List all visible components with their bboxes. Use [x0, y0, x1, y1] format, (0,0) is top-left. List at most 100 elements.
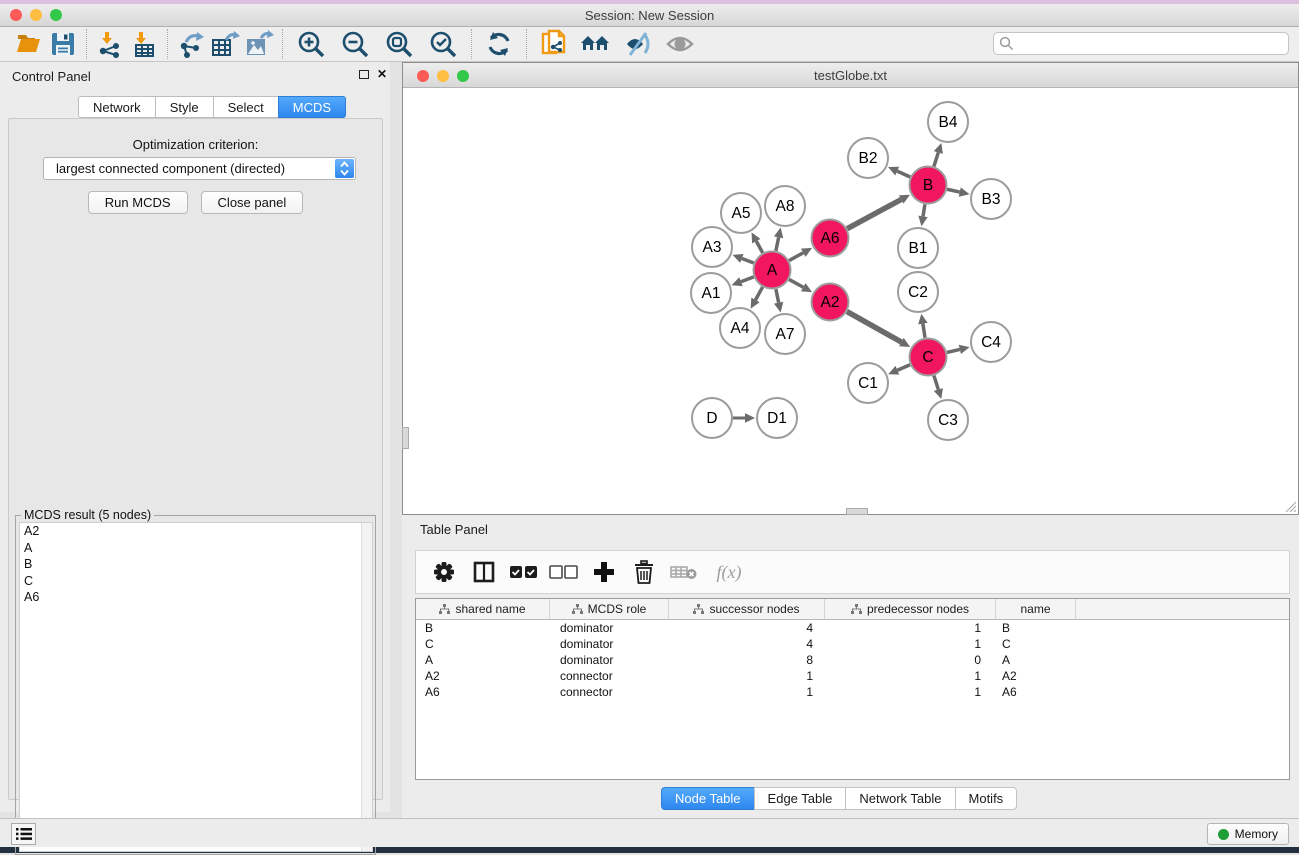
export-image-icon[interactable] [242, 29, 276, 59]
tab-network[interactable]: Network [78, 96, 155, 118]
export-network-icon[interactable] [174, 29, 208, 59]
graph-edge[interactable] [789, 279, 803, 287]
table-cell[interactable]: 1 [825, 669, 996, 683]
table-cell[interactable]: 8 [669, 653, 825, 667]
graph-edge[interactable] [756, 241, 762, 253]
table-cell[interactable]: 4 [669, 637, 825, 651]
table-cell[interactable]: connector [550, 669, 669, 683]
table-cell[interactable]: A6 [416, 685, 550, 699]
table-row[interactable]: Cdominator41C [416, 636, 1289, 652]
import-network-icon[interactable] [93, 29, 127, 59]
network-window-titlebar[interactable]: testGlobe.txt [403, 63, 1298, 88]
mcds-result-item[interactable]: C [20, 573, 372, 590]
graph-edge[interactable] [947, 189, 960, 192]
tab-motifs[interactable]: Motifs [955, 787, 1018, 810]
delete-table-icon[interactable] [666, 554, 702, 590]
table-cell[interactable]: C [996, 637, 1076, 651]
table-row[interactable]: A6connector11A6 [416, 684, 1289, 700]
table-row[interactable]: Bdominator41B [416, 620, 1289, 636]
zoom-out-icon[interactable] [333, 29, 377, 59]
table-cell[interactable]: A2 [996, 669, 1076, 683]
close-panel-button[interactable]: Close panel [201, 191, 304, 214]
graph-edge[interactable] [934, 376, 938, 390]
run-mcds-button[interactable]: Run MCDS [88, 191, 188, 214]
graph-edge[interactable] [897, 365, 910, 371]
graph-edge[interactable] [741, 277, 754, 282]
column-header-successor-nodes[interactable]: successor nodes [669, 599, 825, 619]
table-cell[interactable]: 0 [825, 653, 996, 667]
table-cell[interactable]: dominator [550, 653, 669, 667]
table-cell[interactable]: 1 [825, 637, 996, 651]
column-header-name[interactable]: name [996, 599, 1076, 619]
add-row-icon[interactable] [586, 554, 622, 590]
table-cell[interactable]: connector [550, 685, 669, 699]
unselect-all-icon[interactable] [546, 554, 582, 590]
table-cell[interactable]: A [416, 653, 550, 667]
graph-edge[interactable] [847, 200, 901, 229]
zoom-fit-icon[interactable] [377, 29, 421, 59]
graph-edge[interactable] [776, 289, 779, 303]
settings-gear-icon[interactable] [426, 554, 462, 590]
search-input[interactable] [993, 32, 1289, 55]
column-header-shared-name[interactable]: shared name [416, 599, 550, 619]
import-table-icon[interactable] [127, 29, 161, 59]
table-cell[interactable]: 1 [825, 621, 996, 635]
network-canvas[interactable]: AA1A2A3A4A5A6A7A8BB1B2B3B4CC1C2C3C4DD1 [403, 88, 1298, 514]
resize-grip-icon[interactable] [1282, 498, 1296, 512]
duplicate-network-icon[interactable] [533, 29, 575, 59]
splitter-grip-bottom[interactable] [846, 508, 868, 515]
table-cell[interactable]: 1 [825, 685, 996, 699]
graph-edge[interactable] [947, 349, 960, 352]
tab-select[interactable]: Select [213, 96, 278, 118]
tab-edge-table[interactable]: Edge Table [754, 787, 846, 810]
table-cell[interactable]: 1 [669, 669, 825, 683]
export-table-icon[interactable] [208, 29, 242, 59]
control-panel-close-icon[interactable]: ✕ [377, 67, 387, 81]
table-cell[interactable]: 1 [669, 685, 825, 699]
table-cell[interactable]: dominator [550, 637, 669, 651]
table-cell[interactable]: B [416, 621, 550, 635]
function-builder-icon[interactable]: f(x) [706, 554, 752, 590]
mcds-result-item[interactable]: A [20, 540, 372, 557]
column-header-predecessor-nodes[interactable]: predecessor nodes [825, 599, 996, 619]
mcds-list-scrollbar[interactable] [361, 523, 372, 851]
table-cell[interactable]: A [996, 653, 1076, 667]
delete-row-icon[interactable] [626, 554, 662, 590]
table-cell[interactable]: B [996, 621, 1076, 635]
mcds-result-item[interactable]: A2 [20, 523, 372, 540]
column-header-mcds-role[interactable]: MCDS role [550, 599, 669, 619]
open-session-icon[interactable] [12, 29, 46, 59]
graph-edge[interactable] [755, 287, 762, 300]
mcds-result-item[interactable]: A6 [20, 589, 372, 606]
table-cell[interactable]: 4 [669, 621, 825, 635]
graph-edge[interactable] [923, 324, 925, 338]
table-cell[interactable]: dominator [550, 621, 669, 635]
tab-mcds[interactable]: MCDS [278, 96, 346, 118]
memory-button[interactable]: Memory [1207, 823, 1289, 845]
tab-style[interactable]: Style [155, 96, 213, 118]
control-panel-float-icon[interactable] [359, 70, 369, 79]
show-all-networks-icon[interactable] [575, 29, 617, 59]
select-all-icon[interactable] [506, 554, 542, 590]
table-cell[interactable]: C [416, 637, 550, 651]
show-graphics-icon[interactable] [659, 29, 701, 59]
graph-edge[interactable] [934, 152, 938, 166]
column-visibility-icon[interactable] [466, 554, 502, 590]
hide-graphics-icon[interactable] [617, 29, 659, 59]
table-row[interactable]: Adominator80A [416, 652, 1289, 668]
graph-edge[interactable] [923, 204, 925, 216]
graph-edge[interactable] [742, 258, 754, 263]
save-session-icon[interactable] [46, 29, 80, 59]
table-row[interactable]: A2connector11A2 [416, 668, 1289, 684]
splitter-grip-left[interactable] [402, 427, 409, 449]
graph-edge[interactable] [847, 312, 901, 343]
criterion-dropdown[interactable]: largest connected component (directed) [43, 157, 356, 180]
tab-network-table[interactable]: Network Table [845, 787, 954, 810]
mcds-result-item[interactable]: B [20, 556, 372, 573]
graph-edge[interactable] [776, 237, 779, 251]
graph-edge[interactable] [897, 171, 910, 177]
table-cell[interactable]: A2 [416, 669, 550, 683]
graph-edge[interactable] [789, 253, 803, 261]
task-history-button[interactable] [11, 823, 36, 845]
mcds-result-list[interactable]: A2ABCA6 [19, 522, 373, 852]
